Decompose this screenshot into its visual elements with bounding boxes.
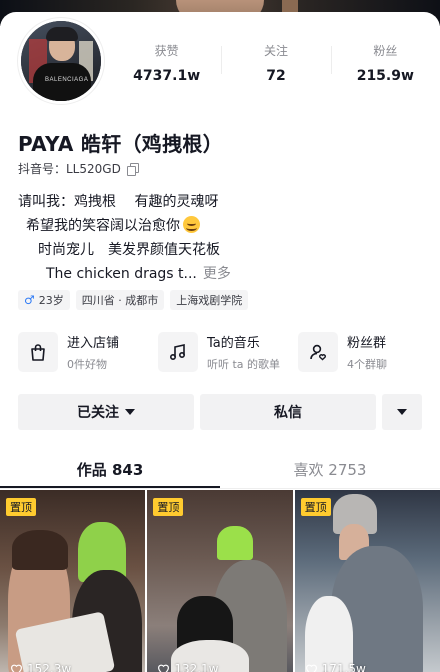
tag-location: 四川省 · 成都市: [75, 290, 165, 310]
stat-value: 72: [266, 68, 286, 84]
video-likes-count: 171.5w: [321, 662, 366, 672]
video-thumbnail[interactable]: 置顶 171.5w: [294, 490, 440, 672]
pinned-badge: 置顶: [153, 498, 184, 516]
stat-label: 关注: [263, 44, 288, 58]
profile-name: PAYA 皓轩（鸡拽根）: [18, 132, 223, 156]
quick-link-music[interactable]: Ta的音乐 听听 ta 的歌单: [158, 332, 282, 372]
video-likes: 171.5w: [305, 662, 366, 672]
content-tabs: 作品 843 喜欢 2753: [0, 448, 440, 488]
action-buttons: 已关注 私信: [18, 394, 422, 430]
copy-icon[interactable]: [126, 163, 139, 176]
stat-followers[interactable]: 粉丝 215.9w: [330, 42, 440, 84]
quick-link-sub: 4个群聊: [347, 358, 387, 371]
stat-label: 粉丝: [373, 44, 398, 58]
avatar-shirt-logo: BALENCIAGA: [45, 77, 89, 83]
bio-line-2-text: 希望我的笑容阔以治愈你: [26, 218, 180, 234]
bio-line-2: 希望我的笑容阔以治愈你: [18, 214, 231, 238]
tab-works[interactable]: 作品 843: [0, 448, 220, 488]
caret-down-icon: [397, 409, 407, 415]
stat-likes[interactable]: 获赞 4737.1w: [112, 42, 221, 84]
fans-group-icon: [298, 332, 338, 372]
quick-link-title: 进入店铺: [67, 336, 120, 351]
video-grid: 置顶 152.3w 置顶 132.1w 置顶 171.5w: [0, 490, 440, 672]
pinned-badge: 置顶: [300, 498, 331, 516]
bio-more-link[interactable]: 更多: [203, 266, 231, 282]
tab-likes[interactable]: 喜欢 2753: [220, 448, 440, 488]
bio-line-4-text: The chicken drags t...: [46, 266, 197, 282]
caret-down-icon: [125, 409, 135, 415]
shopping-bag-icon: [18, 332, 58, 372]
stat-value: 4737.1w: [133, 68, 201, 84]
smile-emoji-icon: [183, 216, 200, 233]
video-likes-count: 132.1w: [174, 662, 219, 672]
followed-button[interactable]: 已关注: [18, 394, 194, 430]
tab-divider: [0, 488, 440, 489]
video-likes-count: 152.3w: [27, 662, 72, 672]
quick-link-title: Ta的音乐: [207, 336, 260, 351]
male-icon: ♂: [24, 293, 35, 307]
quick-link-fans-group[interactable]: 粉丝群 4个群聊: [298, 332, 422, 372]
video-likes: 132.1w: [157, 662, 219, 672]
douyin-id: 抖音号：LL520GD: [18, 160, 139, 177]
stat-value: 215.9w: [356, 68, 414, 84]
message-button[interactable]: 私信: [200, 394, 376, 430]
pinned-badge: 置顶: [6, 498, 36, 516]
video-thumbnail[interactable]: 置顶 132.1w: [147, 490, 293, 672]
heart-icon: [158, 664, 170, 672]
douyin-id-text: 抖音号：LL520GD: [18, 162, 121, 176]
stat-label: 获赞: [154, 44, 179, 58]
quick-link-sub: 听听 ta 的歌单: [207, 358, 281, 371]
stats-bar: 获赞 4737.1w 关注 72 粉丝 215.9w: [112, 42, 440, 84]
profile-bio: 请叫我：鸡拽根 有趣的灵魂呀 希望我的笑容阔以治愈你 时尚宠儿 美发界颜值天花板…: [18, 190, 231, 286]
music-note-icon: [158, 332, 198, 372]
heart-icon: [305, 664, 317, 672]
more-dropdown-button[interactable]: [382, 394, 422, 430]
video-thumbnail[interactable]: 置顶 152.3w: [0, 490, 146, 672]
stat-following[interactable]: 关注 72: [221, 42, 330, 84]
heart-icon: [11, 664, 22, 672]
quick-link-shop[interactable]: 进入店铺 0件好物: [18, 332, 142, 372]
quick-links: 进入店铺 0件好物 Ta的音乐 听听 ta 的歌单 粉丝群 4个群聊: [18, 332, 422, 372]
video-likes: 152.3w: [10, 662, 71, 672]
bio-line-1: 请叫我：鸡拽根 有趣的灵魂呀: [18, 194, 219, 210]
tag-school[interactable]: 上海戏剧学院: [170, 290, 249, 310]
bio-line-4: The chicken drags t... 更多: [18, 262, 231, 286]
tag-age: ♂ 23岁: [18, 290, 70, 310]
tag-age-text: 23岁: [38, 294, 64, 307]
quick-link-title: 粉丝群: [347, 336, 387, 351]
bio-line-3: 时尚宠儿 美发界颜值天花板: [38, 242, 220, 258]
quick-link-sub: 0件好物: [67, 358, 107, 371]
followed-button-label: 已关注: [77, 405, 119, 421]
profile-tags: ♂ 23岁 四川省 · 成都市 上海戏剧学院: [18, 290, 249, 310]
avatar[interactable]: BALENCIAGA: [18, 18, 104, 104]
profile-sheet: BALENCIAGA 获赞 4737.1w 关注 72 粉丝 215.9w PA…: [0, 12, 440, 672]
